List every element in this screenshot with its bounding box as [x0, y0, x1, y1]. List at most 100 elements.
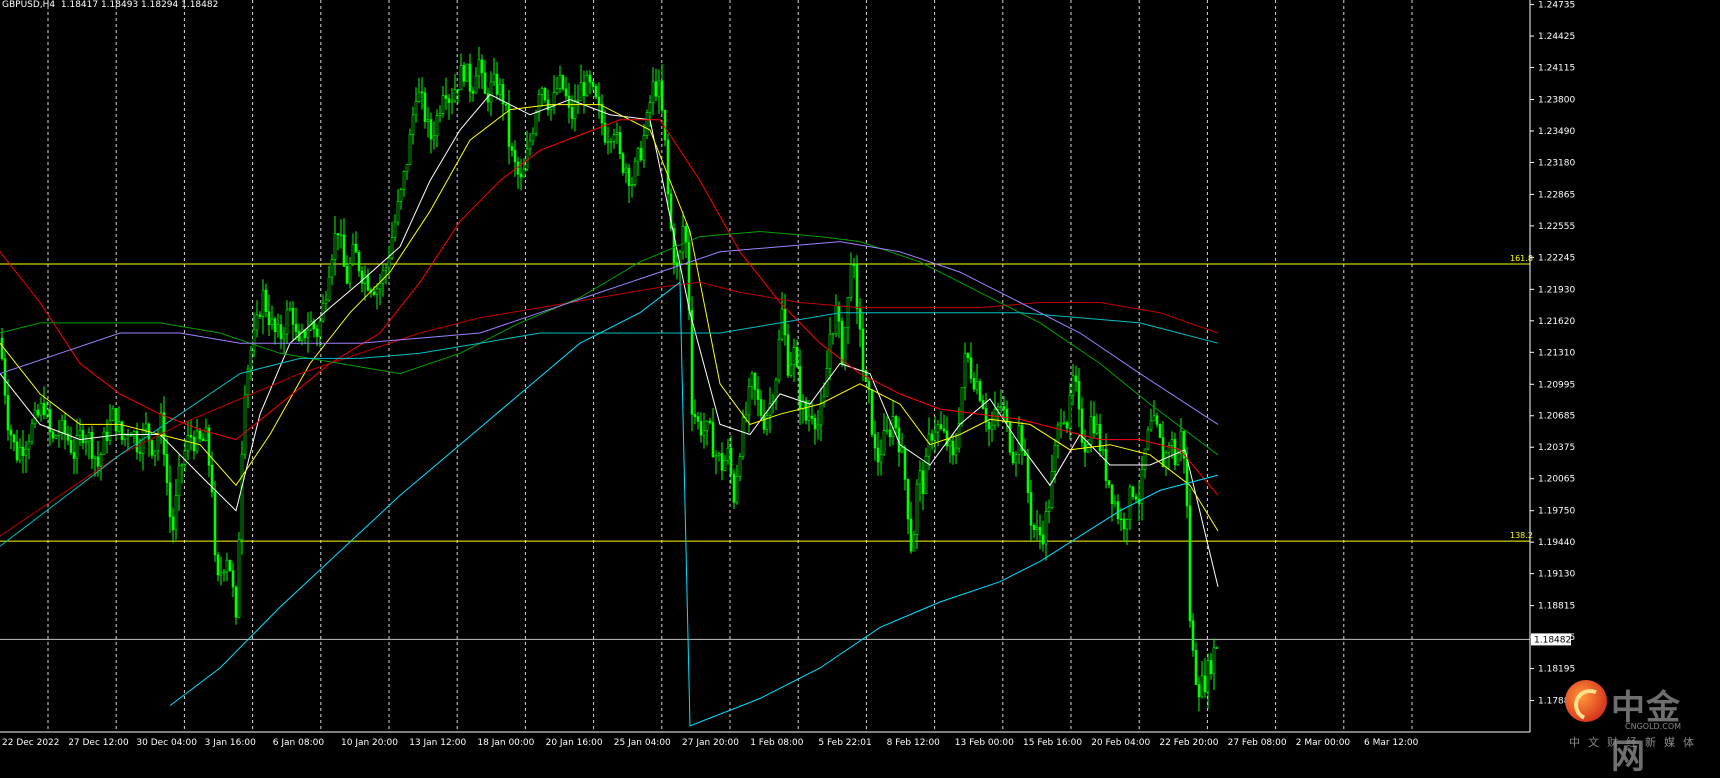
- candle-body: [759, 399, 763, 416]
- candle-body: [456, 89, 460, 91]
- candle-body: [1017, 425, 1021, 455]
- candle-body: [1116, 501, 1120, 520]
- candle-body: [318, 320, 322, 337]
- candle-body: [714, 455, 718, 458]
- candle-body: [558, 75, 562, 89]
- candle-body: [165, 454, 169, 484]
- candle-body: [234, 586, 238, 618]
- x-tick-label: 6 Mar 12:00: [1364, 738, 1419, 748]
- grid-lines: [47, 0, 1413, 732]
- candle-body: [186, 434, 190, 452]
- candle-body: [933, 431, 937, 441]
- price-chart[interactable]: 161.8 138.2 22 Dec 2022 27 Dec 12:00 30 Dec…: [0, 0, 1720, 750]
- candle-body: [414, 101, 418, 116]
- candle-body: [282, 333, 286, 340]
- candle-body: [435, 115, 439, 137]
- candle-body: [354, 243, 358, 253]
- candle-body: [738, 456, 742, 477]
- candle-body: [1014, 454, 1018, 464]
- x-tick-label: 15 Feb 16:00: [1023, 738, 1082, 748]
- candle-body: [1035, 527, 1039, 530]
- candle-body: [1128, 486, 1132, 520]
- candle-body: [1197, 684, 1201, 698]
- x-tick-label: 20 Feb 04:00: [1091, 738, 1150, 748]
- y-tick-label: 1.22555: [1538, 222, 1575, 232]
- candle-body: [1053, 445, 1057, 472]
- candle-body: [561, 75, 565, 90]
- candle-body: [213, 491, 217, 556]
- candle-body: [573, 100, 577, 119]
- candle-body: [264, 289, 268, 312]
- candle-body: [477, 59, 481, 77]
- candle-body: [1038, 527, 1042, 536]
- candle-body: [1125, 519, 1129, 530]
- candle-body: [201, 438, 205, 442]
- candle-body: [96, 456, 100, 467]
- x-tick-label: 2 Mar 00:00: [1296, 738, 1351, 748]
- candle-body: [597, 96, 601, 105]
- candle-body: [36, 409, 40, 416]
- candle-body: [936, 424, 940, 433]
- candle-body: [1143, 448, 1147, 470]
- candle-body: [642, 135, 646, 161]
- candle-body: [342, 234, 346, 267]
- candle-body: [1086, 444, 1090, 453]
- y-tick-label: 1.19440: [1538, 538, 1575, 548]
- candle-body: [129, 434, 133, 437]
- candle-body: [465, 63, 469, 82]
- candle-body: [1077, 381, 1081, 410]
- candle-body: [594, 86, 598, 98]
- candle-body: [732, 473, 736, 503]
- candle-body: [756, 389, 760, 400]
- candle-body: [489, 81, 493, 103]
- candle-body: [747, 386, 751, 416]
- candle-body: [1104, 449, 1108, 481]
- candle-body: [807, 415, 811, 421]
- candle-body: [108, 420, 112, 442]
- candle-body: [1119, 518, 1123, 521]
- candle-body: [1176, 453, 1180, 466]
- candle-body: [585, 74, 589, 97]
- candle-body: [606, 141, 610, 144]
- candle-body: [657, 80, 661, 97]
- candle-body: [831, 333, 835, 335]
- candle-body: [252, 329, 256, 351]
- candle-body: [888, 429, 892, 438]
- candle-body: [192, 436, 196, 452]
- candle-body: [813, 417, 817, 430]
- candle-body: [978, 381, 982, 401]
- candle-body: [246, 368, 250, 396]
- candle-body: [987, 421, 991, 430]
- candle-body: [1155, 415, 1159, 425]
- candle-body: [726, 447, 730, 461]
- y-tick-label: 1.21620: [1538, 317, 1575, 327]
- candle-body: [564, 88, 568, 97]
- candle-body: [0, 337, 4, 359]
- candle-body: [1062, 422, 1066, 424]
- candle-body: [327, 276, 331, 301]
- candle-body: [615, 132, 619, 135]
- fib-label: 138.2: [1510, 531, 1533, 540]
- candle-body: [1047, 507, 1051, 512]
- candle-body: [681, 225, 685, 253]
- candle-body: [885, 429, 889, 432]
- x-tick-label: 6 Jan 08:00: [273, 738, 325, 748]
- current-price-label: 1.18482: [1534, 635, 1571, 645]
- candle-body: [30, 423, 34, 443]
- candle-body: [870, 389, 874, 435]
- y-tick-label: 1.18195: [1538, 665, 1575, 675]
- candle-body: [225, 559, 229, 573]
- candle-body: [600, 103, 604, 124]
- candle-body: [510, 146, 514, 151]
- candle-body: [1173, 439, 1177, 466]
- candle-body: [183, 450, 187, 465]
- x-tick-label: 27 Jan 20:00: [682, 738, 739, 748]
- candle-body: [654, 81, 658, 97]
- candle-body: [1152, 415, 1156, 422]
- candle-body: [693, 413, 697, 417]
- candle-body: [1134, 496, 1138, 500]
- candle-body: [27, 441, 31, 450]
- candle-body: [351, 243, 355, 265]
- candle-body: [207, 427, 211, 466]
- candle-body: [954, 447, 958, 456]
